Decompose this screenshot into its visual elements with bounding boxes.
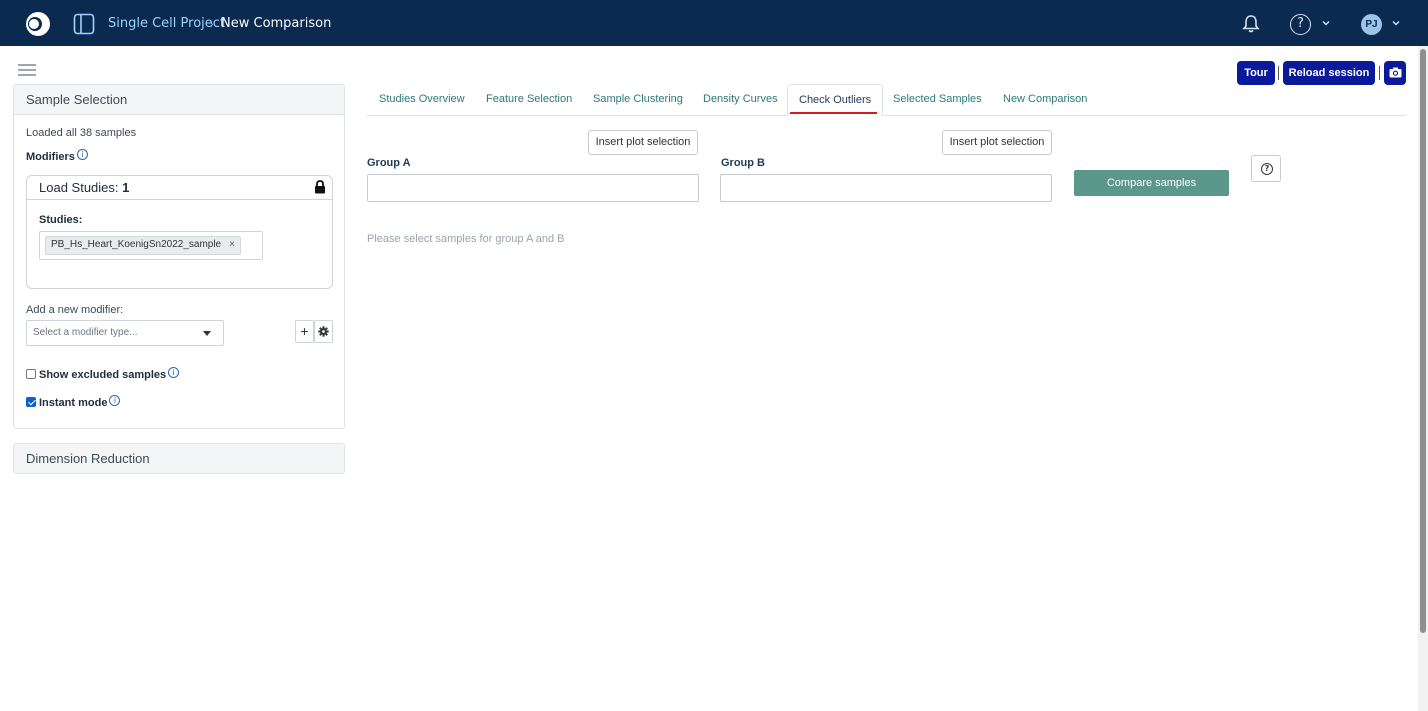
reload-session-button[interactable]: Reload session <box>1283 61 1375 85</box>
instant-mode-row: Instant mode i <box>26 395 121 409</box>
tour-button[interactable]: Tour <box>1237 61 1275 85</box>
question-icon: ? <box>1261 163 1273 175</box>
breadcrumb-project-link[interactable]: Single Cell Project <box>108 16 225 31</box>
add-modifier-label: Add a new modifier: <box>26 304 124 316</box>
breadcrumb-current-page: New Comparison <box>221 16 332 31</box>
gear-icon <box>318 326 329 337</box>
modifier-type-select[interactable]: Select a modifier type... <box>26 320 224 346</box>
screenshot-button[interactable] <box>1384 61 1406 85</box>
modifier-type-placeholder: Select a modifier type... <box>33 327 138 338</box>
app-logo-icon[interactable] <box>25 11 51 37</box>
divider <box>1278 66 1279 80</box>
add-modifier-button[interactable]: + <box>295 320 314 343</box>
show-excluded-label: Show excluded samples <box>39 369 167 381</box>
info-icon[interactable]: i <box>76 149 88 160</box>
dimension-reduction-panel: Dimension Reduction <box>13 443 345 474</box>
sidebar-toggle-icon[interactable] <box>73 13 95 35</box>
sample-selection-panel: Sample Selection Loaded all 38 samples M… <box>13 84 345 429</box>
camera-icon <box>1389 67 1401 78</box>
user-avatar[interactable]: PJ <box>1361 14 1382 35</box>
help-menu-icon[interactable]: ? <box>1290 14 1311 35</box>
selection-hint-text: Please select samples for group A and B <box>367 233 565 245</box>
tab-sample-clustering[interactable]: Sample Clustering <box>593 84 683 116</box>
loaded-samples-text: Loaded all 38 samples <box>26 127 137 139</box>
top-navbar: Single Cell Project › New Comparison ? P… <box>0 0 1428 46</box>
study-chip: PB_Hs_Heart_KoenigSn2022_sample × <box>45 236 241 255</box>
info-icon[interactable]: i <box>168 367 180 378</box>
analysis-tabs: Studies Overview Feature Selection Sampl… <box>367 84 1406 116</box>
modifier-settings-button[interactable] <box>314 320 333 343</box>
load-studies-title: Load Studies: <box>39 180 119 195</box>
load-studies-count: 1 <box>122 180 130 195</box>
insert-plot-selection-b-button[interactable]: Insert plot selection <box>942 130 1052 155</box>
studies-multiselect[interactable]: PB_Hs_Heart_KoenigSn2022_sample × <box>39 231 263 260</box>
divider <box>1379 66 1380 80</box>
remove-chip-icon[interactable]: × <box>229 239 235 250</box>
insert-plot-selection-a-button[interactable]: Insert plot selection <box>588 130 698 155</box>
tab-density-curves[interactable]: Density Curves <box>703 84 778 116</box>
chevron-down-icon[interactable] <box>1321 18 1331 28</box>
active-tab-indicator <box>790 112 877 114</box>
info-icon[interactable]: i <box>109 395 121 406</box>
tab-new-comparison[interactable]: New Comparison <box>1003 84 1087 116</box>
page-scrollbar-thumb[interactable] <box>1420 49 1426 633</box>
menu-hamburger-icon[interactable] <box>18 64 36 76</box>
help-button[interactable]: ? <box>1251 155 1281 182</box>
modifiers-label-text: Modifiers <box>26 151 75 163</box>
group-b-label: Group B <box>721 157 765 169</box>
compare-samples-button[interactable]: Compare samples <box>1074 170 1229 196</box>
tab-studies-overview[interactable]: Studies Overview <box>379 84 465 116</box>
group-a-label: Group A <box>367 157 411 169</box>
group-a-input[interactable] <box>367 174 699 202</box>
show-excluded-samples-row: Show excluded samples i <box>26 367 180 381</box>
plus-icon: + <box>300 323 309 339</box>
instant-mode-label: Instant mode <box>39 397 108 409</box>
lock-icon[interactable] <box>314 180 326 194</box>
notifications-bell-icon[interactable] <box>1241 14 1261 34</box>
load-studies-header: Load Studies: 1 <box>27 176 332 200</box>
tab-selected-samples[interactable]: Selected Samples <box>893 84 982 116</box>
modifiers-label: Modifiers i <box>26 149 88 163</box>
tab-feature-selection[interactable]: Feature Selection <box>486 84 572 116</box>
sample-selection-header[interactable]: Sample Selection <box>14 85 344 115</box>
study-chip-label: PB_Hs_Heart_KoenigSn2022_sample <box>51 239 222 250</box>
dimension-reduction-header[interactable]: Dimension Reduction <box>14 444 344 473</box>
studies-label: Studies: <box>39 214 83 226</box>
breadcrumb-separator-icon: › <box>209 17 214 31</box>
show-excluded-checkbox[interactable] <box>26 369 36 379</box>
caret-down-icon <box>203 331 211 336</box>
instant-mode-checkbox[interactable] <box>26 397 36 407</box>
chevron-down-icon[interactable] <box>1391 18 1401 28</box>
load-studies-card: Load Studies: 1 Studies: PB_Hs_Heart_Koe… <box>26 175 333 289</box>
group-b-input[interactable] <box>720 174 1052 202</box>
